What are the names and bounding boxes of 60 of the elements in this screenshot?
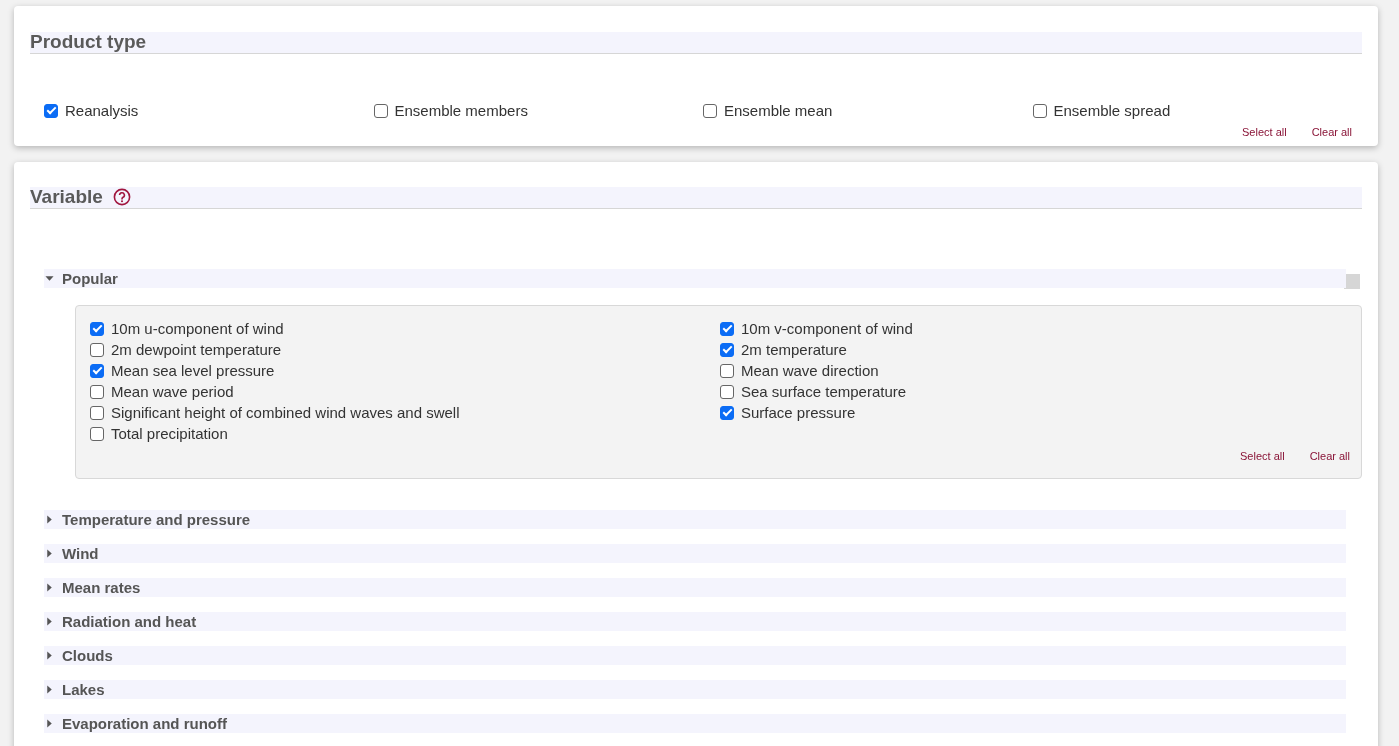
group-title[interactable]: Popular (62, 270, 118, 287)
caret-icon[interactable] (45, 274, 54, 283)
checkbox-label[interactable]: Total precipitation (111, 423, 228, 444)
checkbox[interactable] (720, 321, 734, 336)
group-title[interactable]: Wind (62, 545, 99, 562)
checkbox[interactable] (90, 342, 104, 357)
group-header[interactable]: Evaporation and runoff (44, 714, 1346, 733)
checkbox[interactable] (720, 342, 734, 357)
checkbox[interactable] (703, 103, 717, 118)
group-header[interactable]: Lakes (44, 680, 1346, 699)
action-link[interactable]: Select all (1242, 125, 1287, 139)
checkbox-label[interactable]: Mean wave direction (741, 360, 879, 381)
caret-icon[interactable] (45, 549, 54, 558)
section-title: Product type (30, 31, 147, 53)
checkbox-label[interactable]: Ensemble spread (1053, 100, 1171, 121)
section-title: Variable (30, 186, 103, 208)
group-title[interactable]: Lakes (62, 681, 105, 698)
checkbox[interactable] (373, 103, 388, 118)
checkbox-label[interactable]: Reanalysis (65, 100, 139, 121)
group-title[interactable]: Evaporation and runoff (62, 715, 227, 732)
caret-icon[interactable] (45, 583, 54, 592)
checkbox[interactable] (90, 405, 104, 420)
checkbox[interactable] (720, 405, 734, 420)
help-icon[interactable] (112, 188, 131, 206)
checkbox[interactable] (90, 384, 104, 399)
action-link[interactable]: Clear all (1311, 125, 1352, 139)
checkbox[interactable] (90, 426, 104, 441)
checkbox-label[interactable]: Surface pressure (741, 402, 856, 423)
caret-icon[interactable] (45, 685, 54, 694)
group-header[interactable]: Clouds (44, 646, 1346, 665)
group-header[interactable]: Temperature and pressure (44, 510, 1346, 529)
checkbox[interactable] (720, 384, 734, 399)
group-header[interactable]: Radiation and heat (44, 612, 1346, 631)
checkbox-label[interactable]: Mean wave period (111, 381, 234, 402)
checkbox-label[interactable]: 2m dewpoint temperature (111, 339, 282, 360)
caret-icon[interactable] (45, 617, 54, 626)
group-header[interactable]: Mean rates (44, 578, 1346, 597)
caret-icon[interactable] (45, 719, 54, 728)
group-title[interactable]: Mean rates (62, 579, 141, 596)
checkbox-label[interactable]: 2m temperature (741, 339, 847, 360)
checkbox-label[interactable]: Mean sea level pressure (111, 360, 275, 381)
caret-icon[interactable] (45, 651, 54, 660)
checkbox-label[interactable]: Sea surface temperature (741, 381, 907, 402)
group-header[interactable]: Wind (44, 544, 1346, 563)
checkbox-label[interactable]: 10m v-component of wind (741, 318, 913, 339)
checkbox[interactable] (44, 103, 58, 118)
group-title[interactable]: Radiation and heat (62, 613, 197, 630)
checkbox[interactable] (1032, 103, 1047, 118)
checkbox-label[interactable]: Significant height of combined wind waves and swell (111, 402, 460, 423)
checkbox-label[interactable]: 10m u-component of wind (111, 318, 284, 339)
action-link[interactable]: Select all (1240, 449, 1285, 463)
checkbox-label[interactable]: Ensemble members (394, 100, 528, 121)
checkbox[interactable] (720, 363, 734, 378)
checkbox-label[interactable]: Ensemble mean (724, 100, 833, 121)
group-title[interactable]: Temperature and pressure (62, 511, 251, 528)
group-title[interactable]: Clouds (62, 647, 113, 664)
checkbox[interactable] (90, 321, 104, 336)
caret-icon[interactable] (45, 515, 54, 524)
action-link[interactable]: Clear all (1309, 449, 1350, 463)
checkbox[interactable] (90, 363, 104, 378)
